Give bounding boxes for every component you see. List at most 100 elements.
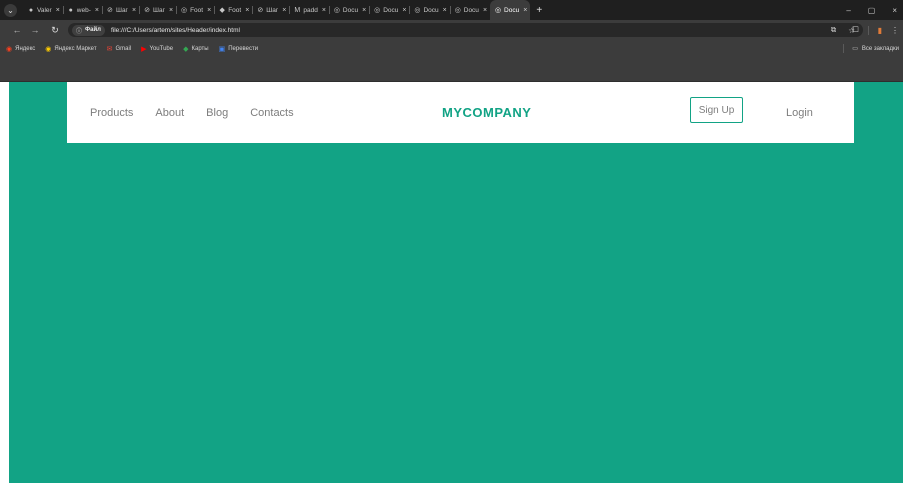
market-icon: ◉ (45, 45, 52, 53)
mdn-icon: M (294, 6, 301, 14)
login-link[interactable]: Login (786, 82, 813, 143)
extensions-icon[interactable]: ⧠ (852, 25, 858, 35)
bookmark-item[interactable]: ▣ Перевести (219, 45, 259, 53)
tab-close-icon[interactable]: × (402, 7, 406, 14)
nav-link-products[interactable]: Products (90, 107, 133, 119)
bookmarks-bar: ◉ Яндекс ◉ Яндекс Маркет ✉ Gmail ▶ YouTube ◆ Карт… (0, 40, 903, 82)
all-bookmarks-label: Все закладки (861, 45, 899, 52)
bookmark-label: YouTube (149, 45, 174, 52)
restore-icon[interactable]: ▢ (868, 6, 876, 15)
browser-tab[interactable]: ◎ Docu × (409, 0, 449, 20)
browser-tab[interactable]: ◎ Docu × (369, 0, 409, 20)
yandex-icon: ◉ (6, 45, 13, 53)
tab-title: Valer (37, 6, 52, 14)
browser-tab[interactable]: ⊘ Шаг × (101, 0, 139, 20)
page-viewport: Products About Blog Contacts MYCOMPANY S… (9, 82, 903, 483)
tab-title: web- (76, 6, 91, 14)
reload-icon[interactable]: ↻ (48, 25, 62, 36)
browser-tab[interactable]: ◎ Docu × (490, 0, 531, 20)
tab-title: Docu (423, 6, 439, 14)
minimize-icon[interactable]: – (846, 6, 850, 15)
bookmarks-list: ◉ Яндекс ◉ Яндекс Маркет ✉ Gmail ▶ YouTube ◆ Карт… (6, 40, 258, 57)
shag-icon: ⊘ (107, 7, 113, 14)
close-window-icon[interactable]: × (892, 6, 897, 15)
tab-close-icon[interactable]: × (443, 7, 447, 14)
info-icon: ⓘ (76, 28, 83, 35)
nav-link-about[interactable]: About (155, 107, 184, 119)
youtube-icon: ▶ (141, 45, 147, 53)
tab-title: Docu (383, 6, 399, 14)
tab-title: Шаг (115, 6, 128, 14)
globe-icon: ◎ (374, 7, 381, 14)
address-bar[interactable]: ⓘ Файл file:///C:/Users/artem/sites/Head… (68, 23, 863, 37)
tab-title: Шаг (266, 6, 279, 14)
bookmark-label: Яндекс Маркет (54, 45, 97, 52)
translate-page-icon[interactable]: ⧉ (831, 25, 836, 35)
nav-link-contacts[interactable]: Contacts (250, 107, 293, 119)
tab-search-icon[interactable]: ⌄ (4, 3, 17, 17)
site-header: Products About Blog Contacts MYCOMPANY S… (67, 82, 854, 143)
globe-icon: ◎ (414, 7, 421, 14)
bookmark-item[interactable]: ◆ Карты (183, 45, 209, 53)
tab-close-icon[interactable]: × (523, 7, 527, 14)
browser-tab[interactable]: Mpadd × (289, 0, 329, 20)
site-nav: Products About Blog Contacts (90, 82, 294, 143)
tab-title: padd (303, 6, 318, 14)
tab-close-icon[interactable]: × (207, 7, 211, 14)
new-tab-button[interactable]: + (536, 5, 542, 16)
tab-close-icon[interactable]: × (322, 7, 326, 14)
globe-icon: ◎ (494, 7, 502, 14)
url-text[interactable]: file:///C:/Users/artem/sites/Header/inde… (111, 27, 240, 34)
tab-title: Foot (190, 6, 204, 14)
tab-list: ● Valer × ● web- × ⊘ Шаг × ⊘ Шаг × ◎ Foot × ◆ Foot × ⊘ Шаг ×… (23, 0, 531, 20)
site-logo[interactable]: MYCOMPANY (442, 82, 531, 143)
browser-tab[interactable]: ◆ Foot × (214, 0, 252, 20)
tab-close-icon[interactable]: × (282, 7, 286, 14)
shag-icon: ⊘ (144, 7, 150, 14)
figma-icon: ◆ (219, 7, 225, 14)
folder-icon: ▭ (852, 46, 858, 52)
toolbar-separator (867, 25, 869, 35)
maps-icon: ◆ (183, 45, 189, 53)
github-icon: ● (68, 6, 73, 14)
browser-tab[interactable]: ⊘ Шаг × (252, 0, 289, 20)
tab-close-icon[interactable]: × (132, 7, 136, 14)
bookmark-item[interactable]: ▶ YouTube (141, 45, 173, 53)
tab-close-icon[interactable]: × (483, 7, 487, 14)
back-arrow-icon[interactable]: ← (10, 25, 24, 35)
bookmark-label: Перевести (228, 45, 259, 52)
all-bookmarks-button[interactable]: ▭ Все закладки (843, 40, 899, 57)
bookmark-item[interactable]: ◉ Яндекс Маркет (45, 45, 96, 53)
tab-close-icon[interactable]: × (95, 7, 99, 14)
browser-tab[interactable]: ⊘ Шаг × (139, 0, 176, 20)
menu-kebab-icon[interactable]: ⋮ (891, 26, 899, 35)
bookmark-item[interactable]: ◉ Яндекс (6, 45, 35, 53)
browser-tab[interactable]: ● web- × (62, 0, 102, 20)
globe-icon: ◎ (333, 7, 340, 14)
bookmarks-separator (843, 44, 845, 53)
profile-extension-icon[interactable]: ▮ (878, 26, 882, 35)
browser-tab[interactable]: ◎ Docu × (449, 0, 490, 20)
browser-tab[interactable]: ◎ Docu × (328, 0, 369, 20)
toolbar-actions: ⧠ ▮ ⋮ (852, 20, 899, 40)
nav-link-blog[interactable]: Blog (206, 107, 228, 119)
github-icon: ● (28, 6, 34, 14)
site-info-chip[interactable]: ⓘ Файл (72, 24, 105, 36)
tab-close-icon[interactable]: × (169, 7, 173, 14)
window-controls: – ▢ × (846, 0, 897, 20)
browser-tab[interactable]: ◎ Foot × (176, 0, 214, 20)
tab-title: Foot (228, 6, 242, 14)
sign-up-button[interactable]: Sign Up (690, 97, 743, 123)
tab-close-icon[interactable]: × (56, 7, 60, 14)
translate-icon: ▣ (218, 45, 226, 53)
globe-icon: ◎ (181, 7, 188, 14)
tab-title: Шаг (153, 6, 165, 14)
forward-arrow-icon[interactable]: → (28, 25, 42, 35)
tab-close-icon[interactable]: × (362, 7, 366, 14)
site-info-label: Файл (85, 27, 101, 33)
tab-title: Docu (342, 6, 359, 14)
bookmark-item[interactable]: ✉ Gmail (107, 45, 132, 53)
browser-tab[interactable]: ● Valer × (23, 0, 63, 20)
tab-title: Docu (504, 6, 520, 14)
tab-close-icon[interactable]: × (245, 7, 249, 14)
